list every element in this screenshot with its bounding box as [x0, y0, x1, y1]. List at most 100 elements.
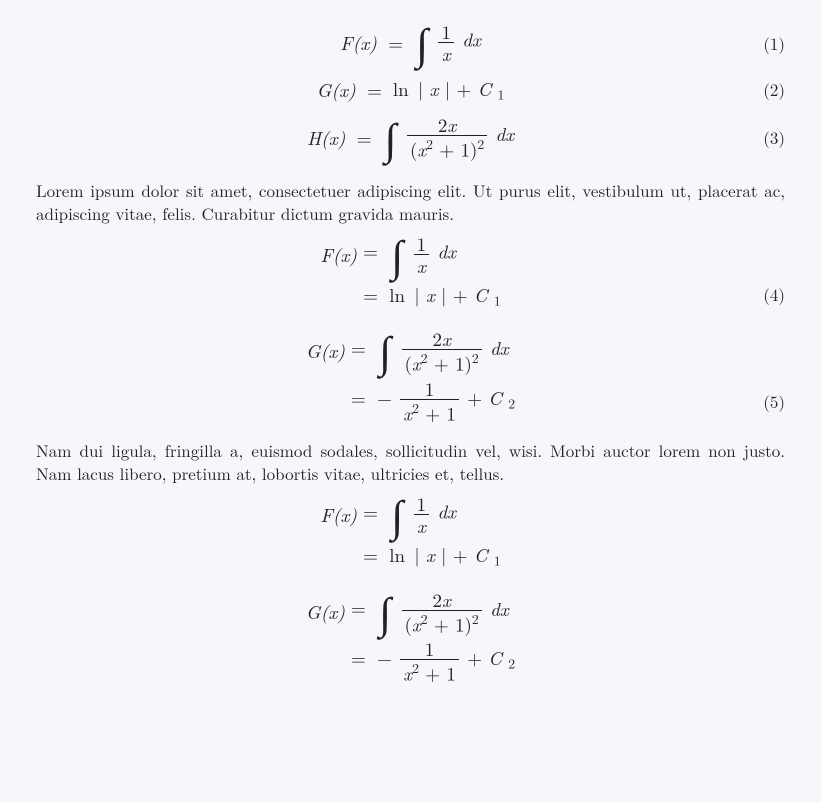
- outer-sq: 2: [472, 348, 479, 367]
- rparen-plus-1: + 1): [428, 610, 472, 637]
- fraction: 2x (x2 + 1)2: [405, 115, 489, 159]
- eq-sign: =: [383, 29, 408, 56]
- den-x-sq: 2: [412, 658, 419, 677]
- const-C: C: [478, 75, 492, 102]
- dx: dx: [437, 498, 456, 525]
- eq-sign: =: [351, 334, 371, 361]
- fraction: 2x (x2 + 1)2: [400, 329, 484, 373]
- lparen: (: [405, 350, 412, 377]
- eq-lhs: G(x): [306, 598, 345, 625]
- den-x: x: [417, 136, 426, 163]
- den-x: x: [403, 660, 412, 687]
- frac-num: 2x: [402, 329, 482, 350]
- const-C-sub: 1: [498, 84, 505, 103]
- eq-lhs: F(x): [320, 241, 357, 268]
- den-x-sq: 2: [421, 348, 428, 367]
- frac-den: x: [438, 43, 454, 63]
- const-C: C: [488, 384, 502, 411]
- equation-row: G(x) = ln | x | + C 1 (2): [36, 69, 785, 109]
- frac-den: (x2 + 1)2: [402, 350, 482, 373]
- num-2: 2: [432, 586, 442, 613]
- integral-sign-icon: ∫: [389, 235, 405, 270]
- ln-op: ln: [393, 75, 409, 102]
- fraction: 1 x: [412, 234, 432, 275]
- fraction: 1 x2 + 1: [398, 639, 461, 683]
- eq-lhs: G(x): [317, 76, 356, 103]
- eq-sign: =: [363, 541, 383, 568]
- frac-den: (x2 + 1)2: [407, 136, 487, 159]
- frac-den: x2 + 1: [400, 400, 459, 423]
- equation-block-2: F(x) = ∫ 1 x dx = ln |: [36, 231, 785, 425]
- paragraph-2: Nam dui ligula, fringilla a, euismod sod…: [36, 439, 785, 485]
- fraction: 1 x: [436, 22, 456, 63]
- abs-bar: |: [415, 75, 423, 102]
- const-C: C: [488, 644, 502, 671]
- ln-op: ln: [389, 541, 405, 568]
- var-x: x: [426, 541, 435, 568]
- eq-sign: =: [363, 498, 383, 525]
- equation-number: (1): [763, 31, 785, 55]
- eq-sign: =: [363, 281, 383, 308]
- integral-sign-icon: ∫: [377, 592, 393, 627]
- lparen: (: [405, 610, 412, 637]
- rparen-plus-1: + 1): [433, 136, 477, 163]
- integral-sign-icon: ∫: [377, 331, 393, 366]
- eq-sign: =: [351, 594, 371, 621]
- const-C-sub: 1: [494, 551, 501, 570]
- equation-row: = − 1 x2 + 1 + C 2: [306, 376, 515, 426]
- plus-1: + 1: [419, 660, 456, 687]
- fraction: 1 x: [412, 494, 432, 535]
- num-x: x: [442, 325, 451, 352]
- frac-num: 1: [400, 639, 459, 660]
- minus: −: [377, 644, 392, 671]
- eq-sign: =: [362, 76, 387, 103]
- integral-sign-icon: ∫: [414, 23, 430, 58]
- frac-den: (x2 + 1)2: [402, 611, 482, 634]
- dx: dx: [490, 594, 509, 621]
- dx: dx: [490, 334, 509, 361]
- plus: +: [453, 281, 474, 308]
- plus: +: [467, 384, 488, 411]
- integral-sign-icon: ∫: [389, 495, 405, 530]
- abs-bar: |: [411, 281, 419, 308]
- const-C-sub: 1: [494, 290, 501, 309]
- equation-row: F(x) = ∫ 1 x dx: [320, 231, 500, 278]
- dx: dx: [462, 26, 481, 53]
- frac-num: 2x: [402, 590, 482, 611]
- plus: +: [456, 75, 477, 102]
- equation-number: (5): [763, 389, 785, 413]
- eq-lhs: F(x): [340, 29, 377, 56]
- var-x: x: [430, 75, 439, 102]
- den-x: x: [412, 610, 421, 637]
- fraction: 2x (x2 + 1)2: [400, 590, 484, 634]
- num-2: 2: [432, 325, 442, 352]
- minus: −: [377, 384, 392, 411]
- equation-row: G(x) = ∫ 2x (x2 + 1)2 dx: [306, 326, 515, 376]
- integral-sign-icon: ∫: [383, 118, 399, 153]
- const-C: C: [474, 541, 488, 568]
- equation-number: (2): [763, 77, 785, 101]
- dx: dx: [437, 237, 456, 264]
- equation-row: H(x) = ∫ 2x (x2 + 1)2 d: [36, 109, 785, 165]
- const-C: C: [474, 281, 488, 308]
- frac-num: 2x: [407, 115, 487, 136]
- equation-row: F(x) = ∫ 1 x dx (1): [36, 16, 785, 69]
- num-2: 2: [438, 111, 448, 138]
- paragraph-1: Lorem ipsum dolor sit amet, consectetuer…: [36, 179, 785, 225]
- num-x: x: [447, 111, 456, 138]
- den-x-sq: 2: [421, 609, 428, 628]
- abs-bar: |: [441, 281, 446, 308]
- frac-num: 1: [400, 379, 459, 400]
- abs-bar: |: [411, 541, 419, 568]
- outer-sq: 2: [477, 134, 484, 153]
- num-x: x: [442, 586, 451, 613]
- equation-block-3: F(x) = ∫ 1 x dx = ln | x: [36, 491, 785, 685]
- plus-1: + 1: [419, 399, 456, 426]
- outer-sq: 2: [472, 609, 479, 628]
- den-x-sq: 2: [412, 398, 419, 417]
- equation-block-1: F(x) = ∫ 1 x dx (1): [36, 16, 785, 165]
- den-x: x: [403, 399, 412, 426]
- frac-den: x: [414, 255, 430, 275]
- ln-op: ln: [389, 281, 405, 308]
- eq-lhs: H(x): [307, 124, 345, 151]
